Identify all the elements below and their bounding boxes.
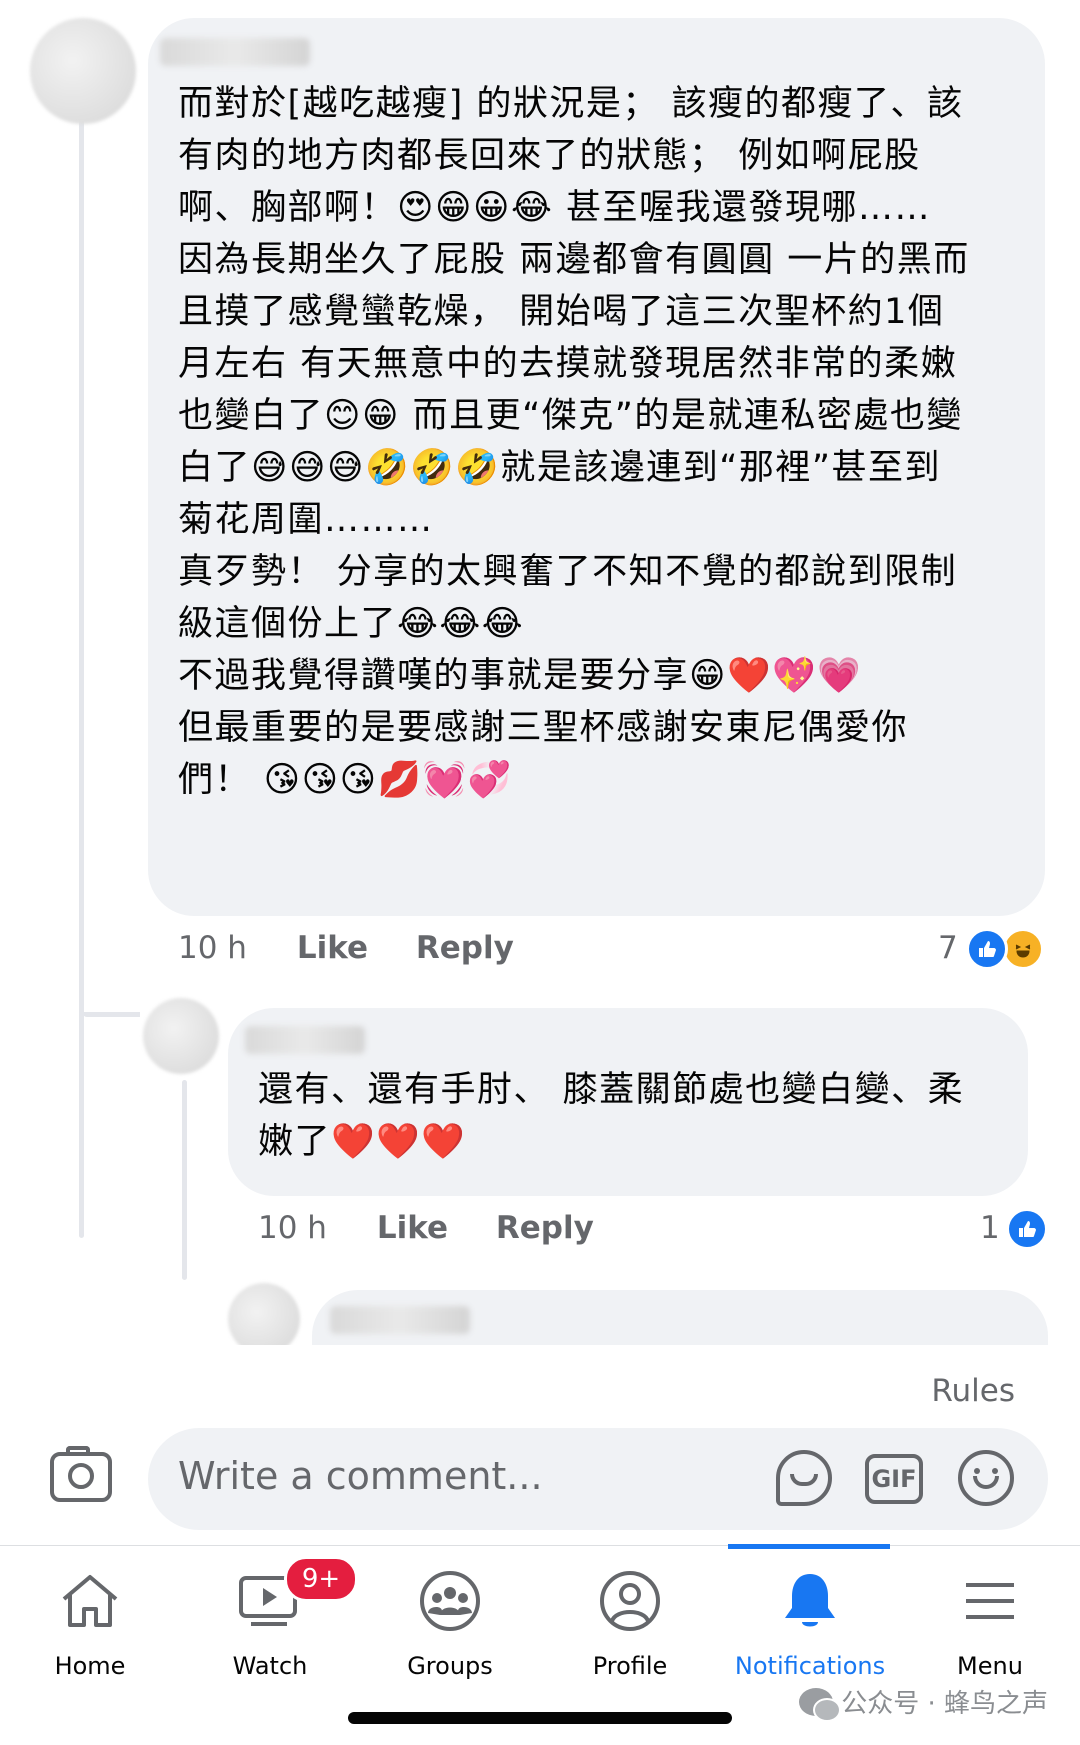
haha-reaction-icon (1002, 928, 1044, 970)
profile-icon (597, 1568, 663, 1634)
nav-label: Home (54, 1652, 126, 1680)
nav-label: Watch (232, 1652, 308, 1680)
home-indicator[interactable] (348, 1712, 732, 1724)
rules-link[interactable]: Rules (931, 1373, 1015, 1409)
home-icon (57, 1568, 123, 1634)
nav-menu[interactable]: Menu (900, 1546, 1080, 1696)
reply-button[interactable]: Reply (496, 1210, 594, 1246)
wechat-icon (799, 1687, 842, 1722)
gif-icon[interactable]: GIF (865, 1454, 923, 1504)
watermark: 公众号 · 蜂鸟之声 (799, 1683, 1048, 1722)
comment-text: 還有、還有手肘、 膝蓋關節處也變白變、柔 嫩了❤️❤️❤️ (258, 1070, 965, 1162)
nav-label: Groups (407, 1652, 493, 1680)
like-button[interactable]: Like (297, 930, 368, 966)
nav-groups[interactable]: Groups (360, 1546, 540, 1696)
comment-input[interactable]: Write a comment... GIF (148, 1428, 1048, 1530)
commenter-name[interactable] (160, 38, 310, 66)
avatar[interactable] (30, 18, 136, 124)
nav-label: Notifications (734, 1652, 886, 1680)
nav-label: Menu (957, 1652, 1023, 1680)
nav-notifications[interactable]: Notifications (720, 1546, 900, 1696)
menu-icon (957, 1568, 1023, 1634)
comment-time: 10 h (258, 1210, 327, 1246)
emoji-icon[interactable] (958, 1450, 1014, 1506)
nav-profile[interactable]: Profile (540, 1546, 720, 1696)
camera-icon[interactable] (50, 1446, 112, 1502)
watermark-text: 公众号 · 蜂鸟之声 (841, 1689, 1048, 1719)
bell-icon (777, 1568, 843, 1634)
groups-icon (417, 1568, 483, 1634)
nav-home[interactable]: Home (0, 1546, 180, 1696)
thread-line (79, 118, 84, 1238)
like-reaction-icon (1006, 1208, 1048, 1250)
thread-line (182, 1080, 187, 1280)
thread-connector (82, 1012, 140, 1017)
comment-text: 而對於[越吃越瘦] 的狀況是； 該瘦的都瘦了、該 有肉的地方肉都長回來了的狀態；… (178, 84, 970, 800)
reaction-count[interactable]: 1 (980, 1210, 1000, 1246)
nav-watch[interactable]: 9+ Watch (180, 1546, 360, 1696)
like-reaction-icon (966, 928, 1008, 970)
reaction-count[interactable]: 7 (938, 930, 958, 966)
comment-time: 10 h (178, 930, 247, 966)
comment-meta: 10 h Like Reply (258, 1210, 594, 1246)
like-button[interactable]: Like (377, 1210, 448, 1246)
commenter-name[interactable] (245, 1026, 365, 1054)
avatar[interactable] (143, 998, 219, 1074)
notification-badge: 9+ (284, 1556, 358, 1602)
comment-placeholder: Write a comment... (178, 1454, 543, 1498)
gif-label: GIF (865, 1454, 923, 1504)
nav-label: Profile (592, 1652, 668, 1680)
comment-meta: 10 h Like Reply (178, 930, 514, 966)
sticker-icon[interactable] (776, 1450, 832, 1506)
reply-button[interactable]: Reply (416, 930, 514, 966)
commenter-name[interactable] (330, 1306, 470, 1334)
